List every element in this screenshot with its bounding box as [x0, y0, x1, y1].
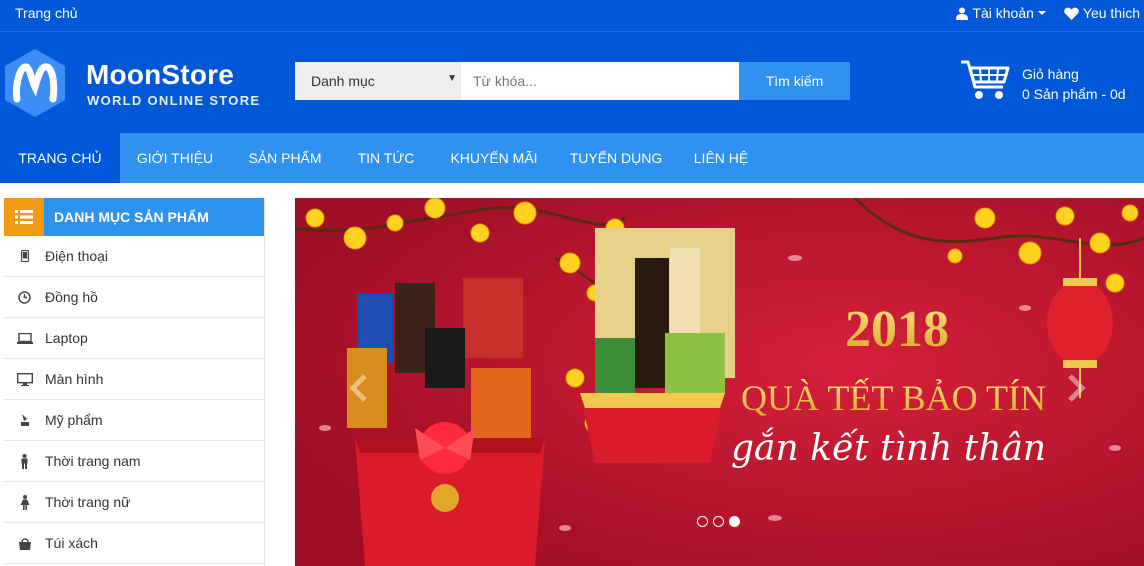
search-input[interactable] [461, 62, 739, 100]
male-icon [4, 453, 45, 469]
nav-item-news[interactable]: TIN TỨC [340, 133, 432, 183]
slider-dot-active[interactable] [729, 516, 740, 527]
banner-artwork: 2018 QUÀ TẾT BẢO TÍN gắn kết tình thân [295, 198, 1144, 566]
gift-box-image [580, 228, 735, 463]
handbag-icon [4, 537, 45, 550]
logo-title[interactable]: MoonStore [86, 59, 234, 91]
sidebar-title: DANH MỤC SẢN PHẨM [54, 209, 209, 225]
category-select[interactable]: Danh mục ▼ [295, 62, 461, 100]
nav-item-about[interactable]: GIỚI THIỆU [120, 133, 230, 183]
shopping-cart-icon[interactable] [960, 59, 1010, 101]
slider-dot[interactable] [713, 516, 724, 527]
sidebar-item-monitors[interactable]: Màn hình [4, 359, 264, 400]
sidebar-item-menswear[interactable]: Thời trang nam [4, 441, 264, 482]
cosmetics-icon [4, 413, 45, 427]
select-caret-icon: ▼ [447, 73, 457, 84]
nav-item-promotions[interactable]: KHUYẾN MÃI [432, 133, 556, 183]
cart-label: Giỏ hàng [1022, 66, 1079, 82]
monitor-icon [4, 372, 45, 386]
female-icon [4, 494, 45, 510]
category-sidebar: DANH MỤC SẢN PHẨM Điện thoại Đồng hồ Lap… [4, 198, 265, 566]
header: MoonStore WORLD ONLINE STORE Danh mục ▼ … [0, 32, 1144, 133]
sidebar-item-label: Thời trang nam [45, 453, 141, 469]
sidebar-item-label: Điện thoại [45, 248, 109, 264]
sidebar-item-womenswear[interactable]: Thời trang nữ [4, 482, 264, 523]
sidebar-item-label: Laptop [45, 330, 88, 346]
laptop-icon [4, 332, 45, 344]
favorites-link[interactable]: Yeu thich [1064, 5, 1140, 21]
slider-dot[interactable] [697, 516, 708, 527]
sidebar-header: DANH MỤC SẢN PHẨM [4, 198, 264, 236]
sidebar-item-phones[interactable]: Điện thoại [4, 236, 264, 277]
phone-icon [4, 250, 45, 262]
search-button[interactable]: Tìm kiếm [739, 62, 850, 100]
nav-item-home[interactable]: TRANG CHỦ [0, 133, 120, 183]
sidebar-item-label: Màn hình [45, 371, 104, 387]
sidebar-item-handbags[interactable]: Túi xách [4, 523, 264, 564]
slider-pagination [697, 516, 740, 527]
user-icon [956, 7, 969, 20]
sidebar-item-label: Đồng hồ [45, 289, 98, 305]
clock-icon [4, 290, 45, 304]
account-menu[interactable]: Tài khoản [956, 5, 1046, 21]
sidebar-item-label: Mỹ phẩm [45, 412, 103, 428]
heart-icon [1064, 7, 1079, 20]
moonstore-logo-icon[interactable] [3, 47, 67, 119]
banner-tagline: gắn kết tình thân [731, 428, 1046, 469]
banner-year: 2018 [845, 301, 949, 358]
main-nav: TRANG CHỦ GIỚI THIỆU SẢN PHẨM TIN TỨC KH… [0, 133, 1144, 183]
sidebar-item-label: Thời trang nữ [45, 494, 131, 510]
top-right-links: Tài khoản Yeu thich [956, 5, 1140, 21]
account-label: Tài khoản [972, 5, 1034, 21]
nav-item-contact[interactable]: LIÊN HỆ [676, 133, 766, 183]
sidebar-item-label: Túi xách [45, 535, 98, 551]
cart-summary[interactable]: Giỏ hàng 0 Sản phẩm - 0d [1022, 64, 1126, 104]
top-bar: Trang chủ Tài khoản Yeu thich [0, 0, 1144, 32]
category-select-label: Danh mục [311, 73, 375, 89]
search-bar: Danh mục ▼ Tìm kiếm [295, 62, 850, 100]
banner-headline: QUÀ TẾT BẢO TÍN [741, 378, 1046, 418]
nav-item-products[interactable]: SẢN PHẨM [230, 133, 340, 183]
favorites-label: Yeu thich [1082, 5, 1140, 21]
cart-count: 0 Sản phẩm - 0d [1022, 86, 1126, 102]
sidebar-item-watches[interactable]: Đồng hồ [4, 277, 264, 318]
caret-down-icon [1037, 11, 1046, 15]
promo-banner-slider[interactable]: 2018 QUÀ TẾT BẢO TÍN gắn kết tình thân [295, 198, 1144, 566]
nav-item-careers[interactable]: TUYỂN DỤNG [556, 133, 676, 183]
top-home-link[interactable]: Trang chủ [15, 5, 78, 21]
sidebar-item-laptops[interactable]: Laptop [4, 318, 264, 359]
list-icon [4, 198, 44, 236]
sidebar-item-cosmetics[interactable]: Mỹ phẩm [4, 400, 264, 441]
logo-subtitle: WORLD ONLINE STORE [87, 93, 261, 108]
